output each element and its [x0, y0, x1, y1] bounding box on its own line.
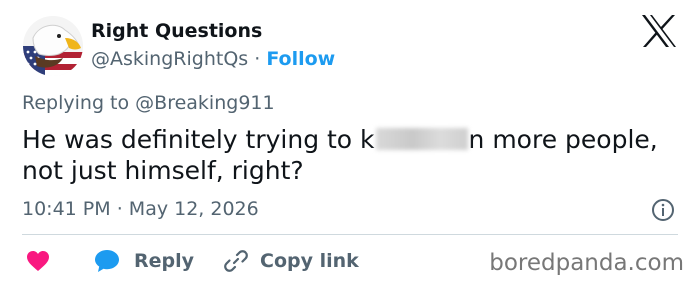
- tweet-time: 10:41 PM: [22, 198, 111, 220]
- info-icon[interactable]: [651, 198, 675, 222]
- timestamp-separator: ·: [116, 198, 123, 220]
- avatar[interactable]: [23, 16, 83, 76]
- heart-icon: [27, 251, 49, 271]
- copy-link-label: Copy link: [260, 250, 359, 272]
- replying-to-mention[interactable]: @Breaking911: [135, 92, 274, 114]
- follow-button[interactable]: Follow: [266, 48, 335, 70]
- replying-to-line: Replying to @Breaking911: [22, 92, 275, 114]
- tweet-text: He was definitely trying to k n more peop…: [22, 124, 672, 186]
- tweet-text-part-2: n more people,: [468, 125, 658, 154]
- boredpanda-watermark: boredpanda.com: [489, 250, 684, 276]
- tweet-timestamp[interactable]: 10:41 PM · May 12, 2026: [22, 198, 259, 220]
- x-logo-icon[interactable]: [641, 14, 677, 48]
- author-handle[interactable]: @AskingRightQs: [91, 48, 248, 70]
- speech-bubble-icon: [95, 250, 119, 272]
- author-handle-line: @AskingRightQs · Follow: [91, 48, 335, 70]
- copy-link-button[interactable]: Copy link: [224, 249, 359, 273]
- tweet-text-line-2: not just himself, right?: [22, 156, 304, 185]
- author-name[interactable]: Right Questions: [91, 20, 262, 42]
- action-bar: Reply Copy link: [22, 248, 359, 274]
- divider: [22, 234, 678, 235]
- like-button[interactable]: [26, 250, 50, 272]
- reply-label: Reply: [134, 250, 195, 272]
- replying-to-prefix: Replying to: [22, 92, 130, 114]
- reply-button[interactable]: Reply: [94, 249, 194, 273]
- eagle-flag-avatar-image: [23, 16, 83, 76]
- link-icon: [224, 250, 248, 272]
- tweet-date: May 12, 2026: [128, 198, 259, 220]
- tweet-text-part-1: He was definitely trying to k: [22, 125, 375, 154]
- handle-separator: ·: [254, 48, 261, 70]
- blurred-redaction: [375, 128, 468, 150]
